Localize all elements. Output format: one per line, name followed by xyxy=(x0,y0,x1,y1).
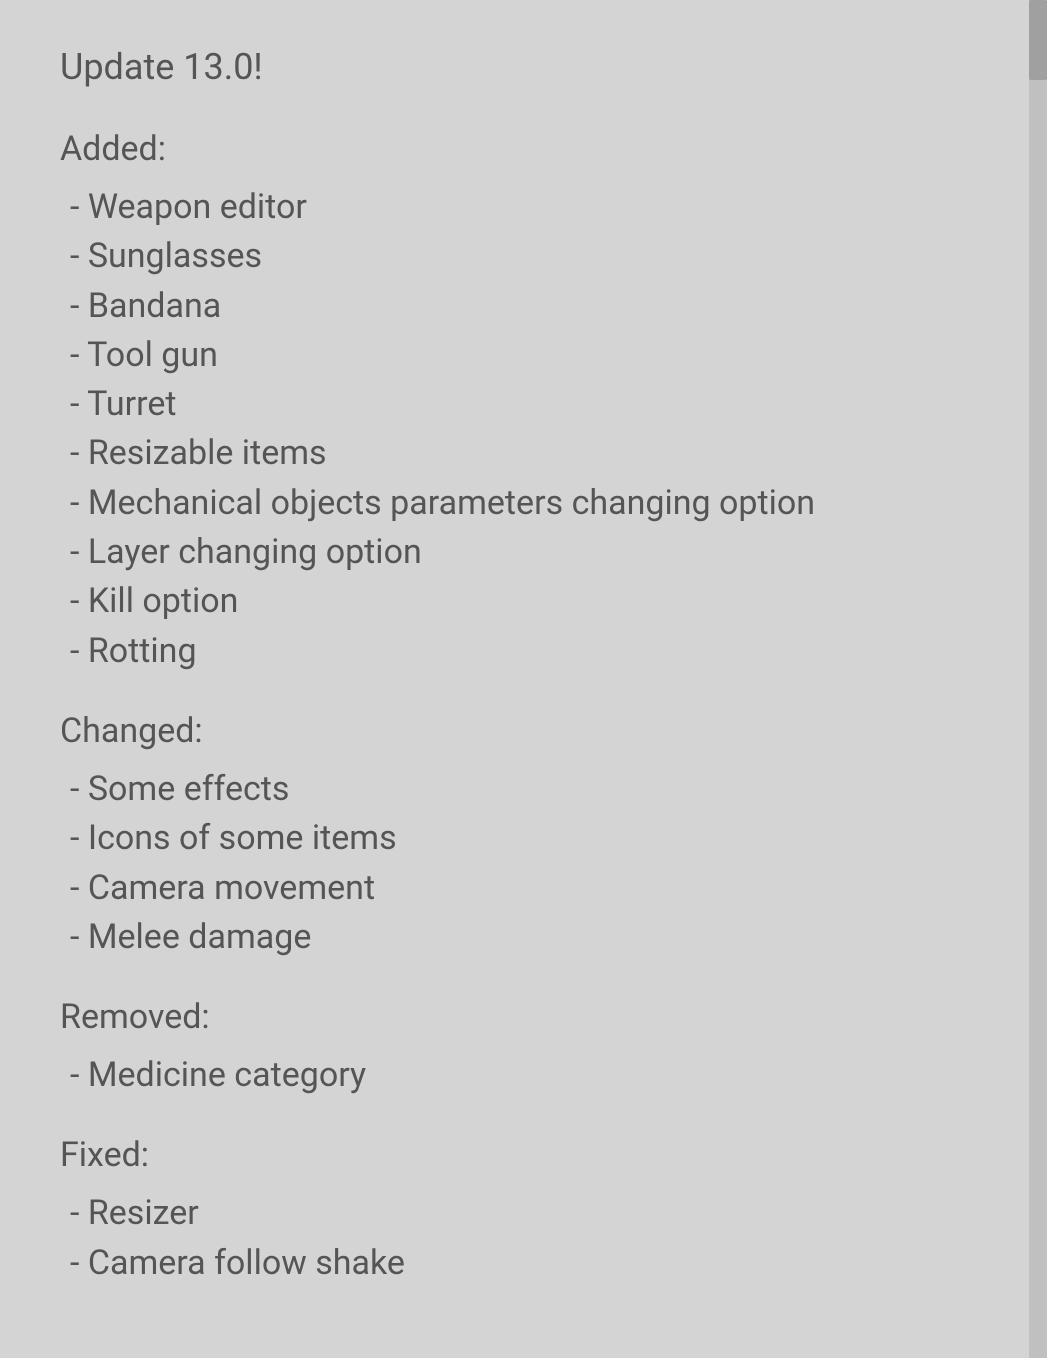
item-line-0-2: - Bandana xyxy=(60,282,992,331)
section-label-2: Removed: xyxy=(60,992,992,1043)
item-line-1-3: - Melee damage xyxy=(60,913,992,962)
section-block-2: Removed: - Medicine category xyxy=(60,992,992,1100)
item-line-0-4: - Turret xyxy=(60,380,992,429)
item-line-1-2: - Camera movement xyxy=(60,864,992,913)
item-line-2-0: - Medicine category xyxy=(60,1051,992,1100)
content-area: Update 13.0! Added: - Weapon editor- Sung… xyxy=(60,40,992,1288)
scrollbar[interactable] xyxy=(1029,0,1047,1358)
item-line-0-9: - Rotting xyxy=(60,627,992,676)
item-line-0-1: - Sunglasses xyxy=(60,232,992,281)
scrollbar-thumb[interactable] xyxy=(1029,0,1047,80)
item-line-0-0: - Weapon editor xyxy=(60,183,992,232)
item-line-0-3: - Tool gun xyxy=(60,331,992,380)
section-block-3: Fixed: - Resizer- Camera follow shake xyxy=(60,1130,992,1288)
item-line-3-0: - Resizer xyxy=(60,1189,992,1238)
item-line-0-8: - Kill option xyxy=(60,577,992,626)
item-line-1-0: - Some effects xyxy=(60,765,992,814)
page-container: Update 13.0! Added: - Weapon editor- Sung… xyxy=(0,0,1047,1358)
item-line-3-1: - Camera follow shake xyxy=(60,1239,992,1288)
sections-container: Added: - Weapon editor- Sunglasses- Banda… xyxy=(60,124,992,1288)
item-line-0-7: - Layer changing option xyxy=(60,528,992,577)
item-line-1-1: - Icons of some items xyxy=(60,814,992,863)
section-label-0: Added: xyxy=(60,124,992,175)
update-title: Update 13.0! xyxy=(60,40,992,94)
section-block-1: Changed: - Some effects- Icons of some it… xyxy=(60,706,992,962)
item-line-0-6: - Mechanical objects parameters changing… xyxy=(60,479,992,528)
item-line-0-5: - Resizable items xyxy=(60,429,992,478)
section-block-0: Added: - Weapon editor- Sunglasses- Banda… xyxy=(60,124,992,676)
section-label-3: Fixed: xyxy=(60,1130,992,1181)
section-label-1: Changed: xyxy=(60,706,992,757)
